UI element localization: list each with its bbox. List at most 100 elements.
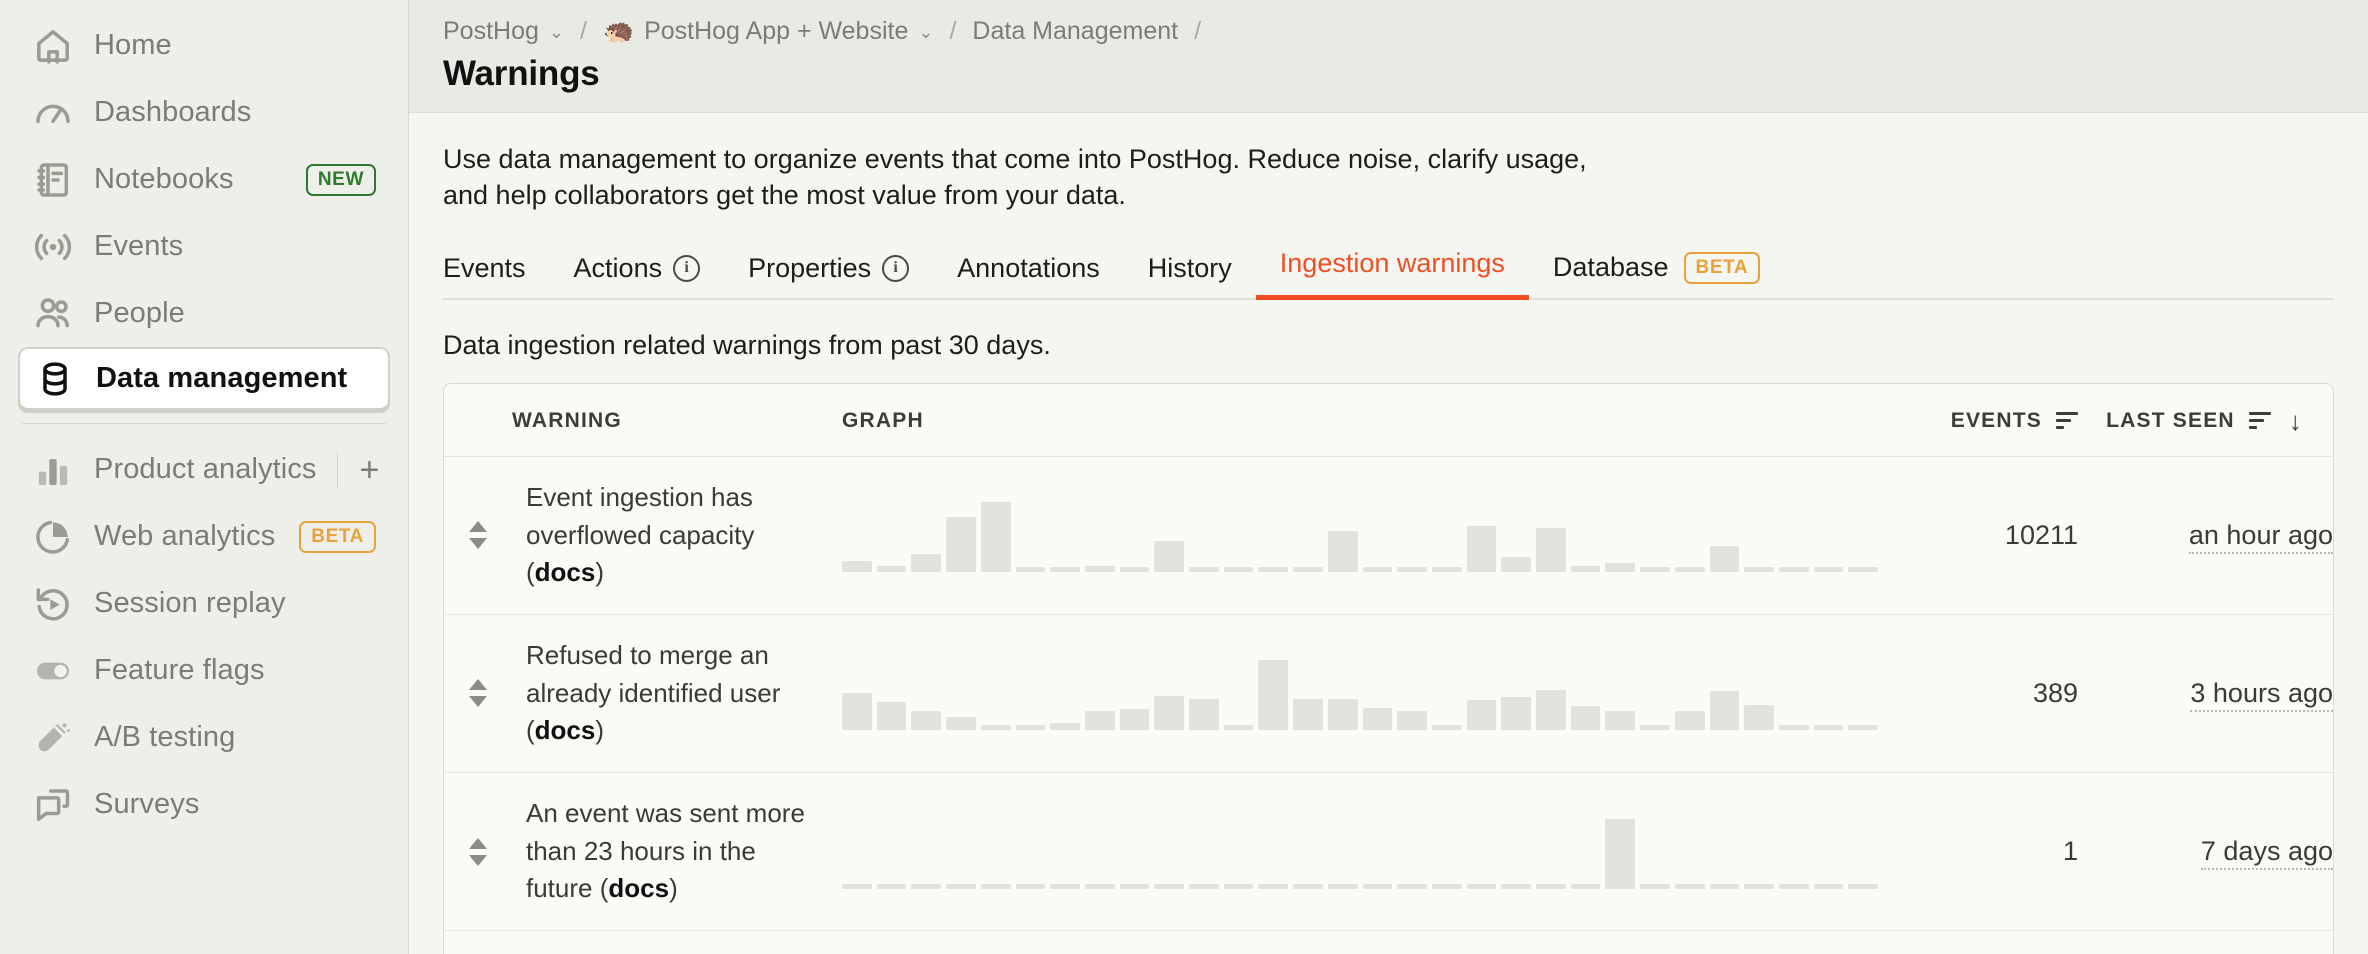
warnings-table: WARNING GRAPH EVENTS LAST SEEN ↓ Event i… — [444, 383, 2333, 954]
sparkline-bar — [1536, 883, 1566, 889]
sparkline-chart[interactable] — [842, 498, 1879, 573]
sort-icon[interactable] — [2248, 412, 2271, 430]
last-seen-value[interactable]: 7 days ago — [2200, 836, 2333, 871]
docs-link[interactable]: docs — [608, 873, 669, 903]
tab-actions[interactable]: Actions i — [550, 253, 725, 300]
expand-toggle[interactable] — [444, 679, 512, 708]
sidebar-item-session-replay[interactable]: Session replay — [18, 570, 390, 637]
sidebar-item-product-analytics[interactable]: Product analytics + — [18, 436, 390, 503]
sidebar-item-a-b-testing[interactable]: A/B testing — [18, 704, 390, 771]
sort-icon[interactable] — [2056, 412, 2078, 430]
sidebar-item-label: Feature flags — [94, 654, 265, 686]
sidebar-item-home[interactable]: Home — [18, 12, 390, 79]
last-seen-value[interactable]: 3 hours ago — [2190, 677, 2333, 712]
last-seen-value[interactable]: an hour ago — [2188, 519, 2333, 554]
docs-link[interactable]: docs — [535, 715, 596, 745]
sparkline-bar — [1466, 700, 1497, 731]
sparkline-bar — [1848, 567, 1879, 573]
table-row[interactable]: Refused to merge an already identified u… — [444, 614, 2333, 774]
sparkline-bar — [1431, 725, 1462, 731]
tab-history[interactable]: History — [1124, 253, 1256, 300]
breadcrumb-label: PostHog — [443, 16, 539, 45]
plus-icon[interactable]: + — [354, 453, 386, 487]
sparkline-bar — [1536, 528, 1566, 573]
sparkline-bar — [1744, 567, 1774, 573]
column-header-graph[interactable]: GRAPH — [842, 383, 1878, 457]
sparkline-chart[interactable] — [842, 815, 1879, 889]
chevron-up-icon[interactable] — [469, 521, 487, 533]
sparkline-bar — [1570, 883, 1601, 889]
chevron-down-icon[interactable] — [469, 696, 487, 708]
sparkline-bar — [1362, 567, 1393, 573]
breadcrumb-label: Data Management — [972, 16, 1179, 45]
chevron-up-icon[interactable] — [469, 679, 487, 691]
sidebar-item-people[interactable]: People — [18, 280, 390, 347]
sparkline-bar — [1293, 567, 1323, 573]
sparkline-bar — [1119, 883, 1150, 889]
sort-descending-arrow-icon[interactable]: ↓ — [2289, 408, 2303, 434]
column-label-last-seen: LAST SEEN — [2106, 408, 2235, 432]
sparkline-bar — [1501, 697, 1532, 731]
warning-text: Event ingestion has overflowed capacity … — [512, 457, 842, 614]
tab-annotations[interactable]: Annotations — [933, 253, 1124, 300]
sparkline-bar — [1674, 567, 1705, 573]
sparkline-bar — [1050, 723, 1080, 731]
chevron-down-icon[interactable] — [469, 538, 487, 550]
chevron-down-icon[interactable] — [469, 854, 487, 866]
breadcrumb-item-2[interactable]: 🦔 PostHog App + Website ⌄ — [603, 17, 934, 46]
chevron-down-icon[interactable]: ⌄ — [918, 22, 933, 43]
tab-properties[interactable]: Properties i — [724, 253, 933, 300]
gauge-icon — [32, 92, 74, 134]
table-row[interactable]: Event ingestion has overflowed capacity … — [444, 456, 2333, 615]
column-header-warning[interactable]: WARNING — [512, 383, 842, 457]
sparkline-bar — [1154, 696, 1185, 731]
sidebar-item-data-management[interactable]: Data management — [18, 347, 390, 410]
last-seen-cell: an hour ago — [2078, 456, 2333, 615]
tab-label: Annotations — [957, 252, 1100, 283]
sparkline-bar — [1744, 883, 1774, 889]
pie-chart-icon — [32, 516, 74, 558]
chevron-down-icon[interactable]: ⌄ — [549, 22, 564, 43]
breadcrumb-item-3[interactable]: Data Management — [972, 17, 1178, 46]
sparkline-bar — [911, 711, 942, 731]
table-row[interactable]: Ignored an invalid timestamp, event was … — [444, 931, 2333, 954]
sidebar: Home Dashboards Notebooks NEW Events People Da… — [0, 0, 409, 954]
sidebar-item-label: Data management — [96, 362, 348, 394]
home-icon — [32, 25, 74, 67]
table-row[interactable]: An event was sent more than 23 hours in … — [444, 772, 2333, 932]
breadcrumb-item-1[interactable]: PostHog ⌄ — [443, 17, 564, 46]
sidebar-item-notebooks[interactable]: Notebooks NEW — [18, 146, 390, 213]
graph-cell — [842, 931, 1878, 954]
sidebar-item-dashboards[interactable]: Dashboards — [18, 79, 390, 146]
sidebar-item-web-analytics[interactable]: Web analytics BETA — [18, 503, 390, 570]
sidebar-item-surveys[interactable]: Surveys — [18, 771, 390, 838]
expand-toggle[interactable] — [444, 837, 512, 866]
docs-link[interactable]: docs — [535, 557, 596, 587]
tab-label: Events — [443, 252, 526, 283]
sparkline-bar — [1223, 567, 1254, 573]
sidebar-item-events[interactable]: Events — [18, 213, 390, 280]
sparkline-bar — [1431, 883, 1462, 889]
expand-toggle[interactable] — [444, 521, 512, 550]
flask-icon — [32, 717, 74, 759]
sparkline-chart[interactable] — [842, 656, 1879, 731]
tab-label: Properties — [748, 252, 872, 283]
sparkline-bar — [1640, 725, 1670, 731]
column-header-last-seen[interactable]: LAST SEEN ↓ — [2078, 383, 2333, 457]
table-header-row: WARNING GRAPH EVENTS LAST SEEN ↓ — [444, 383, 2333, 457]
info-icon[interactable]: i — [882, 254, 910, 282]
chevron-up-icon[interactable] — [469, 837, 487, 849]
tab-ingestion-warnings[interactable]: Ingestion warnings — [1255, 248, 1529, 300]
tab-label: Database — [1552, 252, 1669, 283]
sidebar-item-feature-flags[interactable]: Feature flags — [18, 637, 390, 704]
tab-events[interactable]: Events — [443, 253, 550, 300]
info-icon[interactable]: i — [673, 254, 701, 282]
tab-label: History — [1147, 252, 1232, 283]
sparkline-bar — [1223, 883, 1254, 889]
warning-cell: Refused to merge an already identified u… — [512, 614, 842, 774]
column-header-events[interactable]: EVENTS — [1878, 383, 2078, 457]
tab-database[interactable]: Database BETA — [1529, 251, 1784, 300]
sidebar-item-label: Notebooks — [94, 163, 234, 195]
sparkline-bar — [911, 554, 942, 573]
sidebar-item-label: Events — [94, 230, 184, 262]
